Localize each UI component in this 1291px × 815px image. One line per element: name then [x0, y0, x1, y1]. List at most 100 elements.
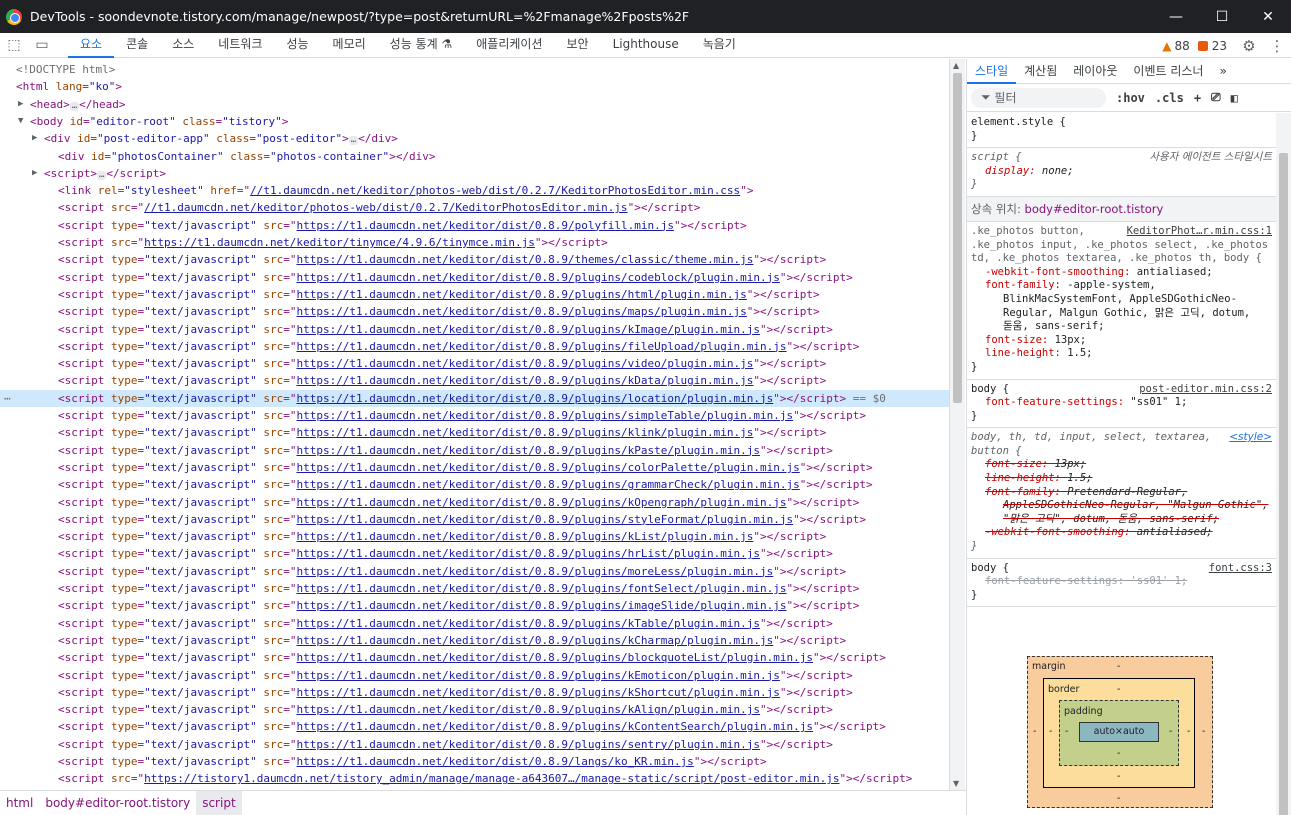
filter-input[interactable]: ⏷ 필터	[971, 87, 1106, 108]
maximize-button[interactable]: ☐	[1199, 0, 1245, 33]
tab-8[interactable]: 보안	[554, 33, 600, 58]
attr-link[interactable]: https://t1.daumcdn.net/keditor/dist/0.8.…	[296, 496, 786, 509]
attr-link[interactable]: https://t1.daumcdn.net/keditor/dist/0.8.…	[296, 669, 779, 682]
breadcrumb-script[interactable]: script	[196, 791, 242, 815]
attr-link[interactable]: https://t1.daumcdn.net/keditor/dist/0.8.…	[296, 323, 760, 336]
attr-link[interactable]: https://t1.daumcdn.net/keditor/dist/0.8.…	[296, 409, 793, 422]
dom-node[interactable]: <script type="text/javascript" src="http…	[0, 667, 949, 684]
warnings-badge[interactable]: ▲ 88	[1162, 39, 1190, 53]
css-prop[interactable]: line-height: 1.5;	[971, 472, 1272, 486]
dom-node[interactable]: <script type="text/javascript" src="http…	[0, 649, 949, 666]
dom-node[interactable]: <script type="text/javascript" src="http…	[0, 684, 949, 701]
dom-node[interactable]: <script type="text/javascript" src="http…	[0, 615, 949, 632]
dom-node[interactable]: <script type="text/javascript" src="http…	[0, 442, 949, 459]
dom-node[interactable]: <script type="text/javascript" src="http…	[0, 632, 949, 649]
minimize-button[interactable]: —	[1153, 0, 1199, 33]
more-menu-icon[interactable]: ⋮	[1263, 37, 1291, 55]
css-prop[interactable]: font-size: 13px;	[971, 458, 1272, 472]
cls-button[interactable]: .cls	[1155, 91, 1184, 105]
dom-node[interactable]: <script type="text/javascript" src="http…	[0, 511, 949, 528]
keditor-rule[interactable]: .ke_photos button, KeditorPhot…r.min.css…	[967, 222, 1276, 380]
dom-node[interactable]: ▶ <div id="post-editor-app" class="post-…	[0, 130, 949, 147]
collapsed-triangle-icon[interactable]: ▶	[18, 96, 23, 113]
close-button[interactable]: ✕	[1245, 0, 1291, 33]
dom-node[interactable]: <script type="text/javascript" src="http…	[0, 545, 949, 562]
css-prop[interactable]: font-size: 13px;	[971, 334, 1272, 348]
more-tabs-icon[interactable]: »	[1211, 59, 1234, 84]
attr-link[interactable]: https://t1.daumcdn.net/keditor/dist/0.8.…	[296, 530, 753, 543]
scroll-down-arrow-icon[interactable]: ▼	[953, 779, 959, 788]
dom-node[interactable]: <script src="https://tistory1.daumcdn.ne…	[0, 770, 949, 787]
attr-link[interactable]: https://t1.daumcdn.net/keditor/dist/0.8.…	[296, 755, 693, 768]
attr-link[interactable]: https://t1.daumcdn.net/keditor/dist/0.8.…	[296, 392, 773, 405]
font-feature-prop[interactable]: font-feature-settings: 'ss01' 1;	[971, 575, 1272, 589]
dom-node[interactable]: <div id="photosContainer" class="photos-…	[0, 148, 949, 165]
scroll-up-arrow-icon[interactable]: ▲	[953, 61, 959, 70]
attr-link[interactable]: https://t1.daumcdn.net/keditor/dist/0.8.…	[296, 547, 760, 560]
ua-display-prop[interactable]: display: none;	[971, 165, 1272, 179]
collapsed-ellipsis[interactable]: …	[96, 170, 107, 180]
styles-scrollbar[interactable]	[1276, 113, 1291, 815]
dom-node[interactable]: ▶ <head>… </head>	[0, 96, 949, 113]
expand-triangle-icon[interactable]: ▼	[18, 113, 23, 130]
dom-node[interactable]: <script src="//t1.daumcdn.net/keditor/ph…	[0, 199, 949, 216]
tab-layout[interactable]: 레이아웃	[1065, 59, 1125, 84]
tab-6[interactable]: 성능 통계 ⚗	[378, 33, 465, 58]
attr-link[interactable]: https://t1.daumcdn.net/keditor/dist/0.8.…	[296, 599, 786, 612]
tab-10[interactable]: 녹음기	[691, 33, 748, 58]
element-style-rule[interactable]: element.style { }	[967, 113, 1276, 149]
dom-node[interactable]: <script type="text/javascript" src="http…	[0, 424, 949, 441]
css-prop[interactable]: -webkit-font-smoothing: antialiased;	[971, 266, 1272, 280]
dom-node[interactable]: <script type="text/javascript" src="http…	[0, 459, 949, 476]
attr-link[interactable]: https://t1.daumcdn.net/keditor/dist/0.8.…	[296, 565, 773, 578]
css-prop[interactable]: font-family: Pretendard-Regular,	[971, 486, 1272, 500]
dom-node[interactable]: <script type="text/javascript" src="http…	[0, 701, 949, 718]
breadcrumb-body[interactable]: body#editor-root.tistory	[39, 791, 196, 815]
dom-node[interactable]: <script type="text/javascript" src="http…	[0, 528, 949, 545]
box-model-content[interactable]: auto×auto	[1079, 722, 1159, 742]
attr-link[interactable]: https://t1.daumcdn.net/keditor/dist/0.8.…	[296, 340, 786, 353]
tab-3[interactable]: 네트워크	[206, 33, 274, 58]
breadcrumb-html[interactable]: html	[0, 791, 39, 815]
dom-node[interactable]: <script type="text/javascript" src="http…	[0, 753, 949, 770]
dom-node[interactable]: <script type="text/javascript" src="http…	[0, 563, 949, 580]
scrollbar-thumb[interactable]	[953, 73, 962, 403]
attr-link[interactable]: https://t1.daumcdn.net/keditor/dist/0.8.…	[296, 617, 760, 630]
attr-link[interactable]: https://t1.daumcdn.net/keditor/dist/0.8.…	[296, 703, 760, 716]
attr-link[interactable]: https://t1.daumcdn.net/keditor/dist/0.8.…	[296, 357, 753, 370]
attr-link[interactable]: https://t1.daumcdn.net/keditor/dist/0.8.…	[296, 305, 746, 318]
hov-button[interactable]: :hov	[1116, 91, 1145, 105]
rule-source-link[interactable]: font.css:3	[1209, 562, 1272, 576]
dom-node[interactable]: <script type="text/javascript" src="http…	[0, 286, 949, 303]
attr-link[interactable]: https://t1.daumcdn.net/keditor/dist/0.8.…	[296, 288, 746, 301]
dom-node[interactable]: <script type="text/javascript" src="http…	[0, 338, 949, 355]
font-feature-prop[interactable]: font-feature-settings: "ss01" 1;	[971, 396, 1272, 410]
rule-source-link[interactable]: <style>	[1229, 431, 1272, 445]
attr-link[interactable]: https://t1.daumcdn.net/keditor/tinymce/4…	[144, 236, 535, 249]
node-actions-icon[interactable]: ⋯	[4, 390, 11, 407]
attr-link[interactable]: https://t1.daumcdn.net/keditor/dist/0.8.…	[296, 426, 753, 439]
style-tag-rule[interactable]: body, th, td, input, select, textarea, <…	[967, 428, 1276, 559]
dom-node[interactable]: <script type="text/javascript" src="http…	[0, 736, 949, 753]
attr-link[interactable]: https://t1.daumcdn.net/keditor/dist/0.8.…	[296, 478, 799, 491]
css-prop[interactable]: -webkit-font-smoothing: antialiased;	[971, 526, 1272, 540]
new-rule-plus-icon[interactable]: +	[1194, 91, 1201, 105]
attr-link[interactable]: https://t1.daumcdn.net/keditor/dist/0.8.…	[296, 686, 779, 699]
dom-node[interactable]: <html lang="ko">	[0, 78, 949, 95]
dom-node[interactable]: <script src="https://t1.daumcdn.net/kedi…	[0, 234, 949, 251]
collapsed-ellipsis[interactable]: …	[69, 101, 80, 111]
tab-styles[interactable]: 스타일	[967, 59, 1017, 84]
toggle-sidebar-icon[interactable]: ◧	[1231, 91, 1238, 105]
dom-node[interactable]: ▼ <body id="editor-root" class="tistory"…	[0, 113, 949, 130]
attr-link[interactable]: https://t1.daumcdn.net/keditor/dist/0.8.…	[296, 219, 674, 232]
tab-4[interactable]: 성능	[274, 33, 320, 58]
elements-scrollbar[interactable]: ▲ ▼	[949, 59, 965, 790]
attr-link[interactable]: https://t1.daumcdn.net/keditor/dist/0.8.…	[296, 651, 813, 664]
device-toggle-icon[interactable]: ▭	[28, 33, 56, 58]
selected-dom-node[interactable]: ⋯ <script type="text/javascript" src="htt…	[0, 389, 949, 407]
dom-node[interactable]: <script type="text/javascript" src="http…	[0, 321, 949, 338]
ua-script-rule[interactable]: script { 사용자 에이전트 스타일시트 display: none; }	[967, 148, 1276, 197]
attr-link[interactable]: https://t1.daumcdn.net/keditor/dist/0.8.…	[296, 582, 786, 595]
tab-0[interactable]: 요소	[68, 33, 115, 58]
dom-node[interactable]: ▶ <script>… </script>	[0, 165, 949, 182]
